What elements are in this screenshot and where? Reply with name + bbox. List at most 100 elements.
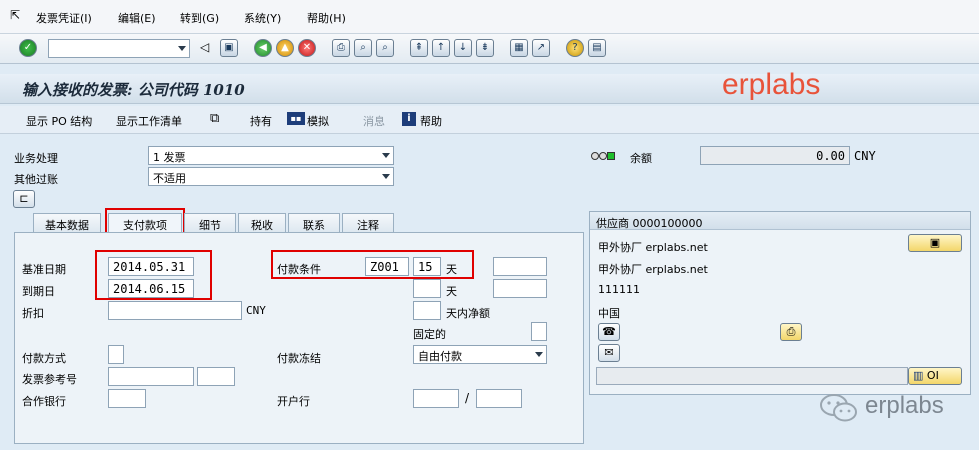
watermark-bottom-text: erplabs — [865, 392, 944, 419]
simulate-icon: ▪▪ — [287, 112, 305, 125]
invoice-reference-year-field[interactable] — [197, 367, 235, 386]
chevron-down-icon — [535, 352, 543, 357]
application-toolbar: 显示 PO 结构 显示工作清单 ⧉ 持有 ▪▪ 模拟 消息 i 帮助 — [0, 106, 979, 134]
vendor-postal-code: 111111 — [598, 283, 640, 296]
printer-icon[interactable]: ⎙ — [780, 323, 802, 341]
shortcut-icon[interactable]: ↗ — [532, 39, 550, 57]
open-items-label: OI — [926, 369, 939, 382]
days-unit-2: 天 — [446, 285, 457, 298]
discount-field[interactable] — [108, 301, 242, 320]
menu-goto[interactable]: 转到(G) — [180, 10, 219, 26]
enter-icon[interactable]: ✓ — [19, 39, 37, 57]
customize-layout-icon[interactable]: ▤ — [588, 39, 606, 57]
vendor-panel: 供应商 0000100000 甲外协厂 erplabs.net 甲外协厂 erp… — [589, 211, 971, 395]
balance-field: 0.00 — [700, 146, 850, 165]
back-icon[interactable]: ◀ — [254, 39, 272, 57]
balance-currency: CNY — [854, 149, 876, 163]
transaction-select[interactable]: 1 发票 — [148, 146, 394, 165]
create-session-icon[interactable]: ▦ — [510, 39, 528, 57]
traffic-light-icon — [591, 150, 617, 160]
last-page-icon[interactable]: ⇟ — [476, 39, 494, 57]
chevron-down-icon — [178, 46, 186, 51]
menu-help[interactable]: 帮助(H) — [307, 10, 346, 26]
expand-header-icon[interactable]: ⊏ — [13, 190, 35, 208]
vendor-name-1: 甲外协厂 erplabs.net — [598, 241, 708, 254]
balance-label: 余额 — [630, 152, 652, 165]
other-posting-value: 不适用 — [153, 172, 186, 185]
previous-page-icon[interactable]: ↑ — [432, 39, 450, 57]
info-icon: i — [402, 112, 416, 126]
discount-percent-2-field[interactable] — [493, 279, 547, 298]
menu-edit[interactable]: 编辑(E) — [118, 10, 156, 26]
baseline-date-label: 基准日期 — [22, 263, 66, 276]
payment-method-field[interactable] — [108, 345, 124, 364]
tab-notes[interactable]: 注释 — [342, 213, 394, 234]
first-page-icon[interactable]: ⇞ — [410, 39, 428, 57]
partner-bank-label: 合作银行 — [22, 395, 66, 408]
separator-slash: / — [465, 391, 470, 405]
payment-block-value: 自由付款 — [418, 350, 462, 363]
menu-icon[interactable]: ⇱ — [10, 8, 20, 22]
print-icon[interactable]: ⎙ — [332, 39, 350, 57]
find-next-icon[interactable]: ⌕ — [376, 39, 394, 57]
transaction-value: 1 发票 — [153, 151, 186, 164]
hold-button[interactable]: 持有 — [250, 113, 272, 129]
messages-button[interactable]: 消息 — [363, 113, 385, 129]
fixed-checkbox[interactable] — [531, 322, 547, 341]
watermark-text: erplabs — [722, 68, 821, 101]
title-bar: 输入接收的发票: 公司代码 1010 erplabs — [0, 68, 979, 104]
tab-basic-data[interactable]: 基本数据 — [33, 213, 101, 234]
menu-system[interactable]: 系统(Y) — [244, 10, 281, 26]
menu-bar: ⇱ 发票凭证(I) 编辑(E) 转到(G) 系统(Y) 帮助(H) — [0, 0, 979, 34]
wechat-icon — [818, 392, 860, 424]
help-button[interactable]: 帮助 — [420, 113, 442, 129]
house-bank-label: 开户行 — [277, 395, 310, 408]
transaction-label: 业务处理 — [14, 152, 58, 165]
open-items-button[interactable]: ▥ OI — [908, 367, 962, 385]
show-worklist-button[interactable]: 显示工作清单 — [116, 113, 182, 129]
account-id-field[interactable] — [476, 389, 522, 408]
help-icon[interactable]: ? — [566, 39, 584, 57]
vendor-title: 供应商 0000100000 — [596, 217, 703, 230]
other-posting-select[interactable]: 不适用 — [148, 167, 394, 186]
next-page-icon[interactable]: ↓ — [454, 39, 472, 57]
net-days-field[interactable] — [413, 301, 441, 320]
cancel-icon[interactable]: ✕ — [298, 39, 316, 57]
net-days-label: 天内净额 — [446, 307, 490, 320]
vendor-details-icon[interactable]: ▣ — [908, 234, 962, 252]
due-date-label: 到期日 — [22, 285, 55, 298]
chevron-down-icon — [382, 174, 390, 179]
simulate-button[interactable]: 模拟 — [307, 113, 329, 129]
tab-contact[interactable]: 联系 — [288, 213, 340, 234]
command-field[interactable] — [48, 39, 190, 58]
invoice-reference-field[interactable] — [108, 367, 194, 386]
tab-details[interactable]: 细节 — [184, 213, 236, 234]
fax-icon[interactable]: ✉ — [598, 344, 620, 362]
highlight-payment-terms — [271, 250, 474, 279]
discount-percent-1-field[interactable] — [493, 257, 547, 276]
table-icon: ▥ — [913, 369, 924, 382]
discount-currency: CNY — [246, 304, 266, 317]
payment-block-label: 付款冻结 — [277, 352, 321, 365]
other-posting-label: 其他过账 — [14, 173, 58, 186]
chevron-down-icon — [382, 153, 390, 158]
vendor-name-2: 甲外协厂 erplabs.net — [598, 263, 708, 276]
fixed-label: 固定的 — [413, 328, 446, 341]
layout-icon[interactable]: ⧉ — [210, 111, 219, 126]
show-po-structure-button[interactable]: 显示 PO 结构 — [26, 113, 92, 129]
house-bank-field[interactable] — [413, 389, 459, 408]
phone-icon[interactable]: ☎ — [598, 323, 620, 341]
payment-method-label: 付款方式 — [22, 352, 66, 365]
invoice-reference-label: 发票参考号 — [22, 373, 77, 386]
vendor-bank-field — [596, 367, 908, 385]
days-2-field[interactable] — [413, 279, 441, 298]
exit-icon[interactable]: ▲ — [276, 39, 294, 57]
menu-invoice-document[interactable]: 发票凭证(I) — [36, 10, 92, 26]
tab-tax[interactable]: 税收 — [238, 213, 286, 234]
partner-bank-field[interactable] — [108, 389, 146, 408]
payment-block-select[interactable]: 自由付款 — [413, 345, 547, 364]
back-arrow-icon[interactable]: ◁ — [200, 40, 209, 54]
find-icon[interactable]: ⌕ — [354, 39, 372, 57]
save-icon[interactable]: ▣ — [220, 39, 238, 57]
vendor-country: 中国 — [598, 307, 620, 320]
